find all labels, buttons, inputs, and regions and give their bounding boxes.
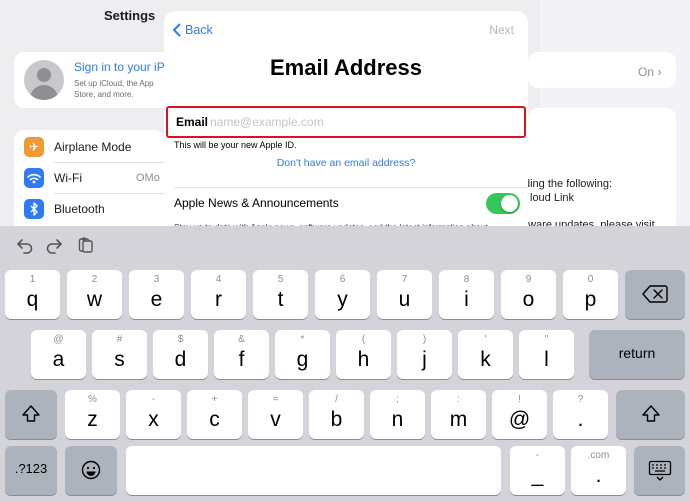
shift-icon (5, 404, 57, 429)
sidebar-item-wifi[interactable]: Wi-Fi OMo (14, 163, 164, 193)
sidebar-item-airplane-mode[interactable]: ✈ Airplane Mode (14, 132, 164, 162)
detail-text-card (528, 108, 676, 232)
airplane-icon: ✈ (24, 137, 44, 157)
news-toggle-label: Apple News & Announcements (174, 196, 339, 210)
key-d[interactable]: $ d (153, 330, 208, 379)
key-t[interactable]: 5t (253, 270, 308, 319)
sidebar-item-label: Airplane Mode (54, 140, 132, 154)
no-email-link[interactable]: Don't have an email address? (164, 157, 528, 169)
undo-icon[interactable] (16, 236, 34, 254)
key-p[interactable]: 0p (563, 270, 618, 319)
avatar (24, 60, 64, 100)
news-toggle[interactable] (486, 193, 520, 214)
key-period[interactable]: ?. (553, 390, 608, 439)
key-w[interactable]: 2w (67, 270, 122, 319)
signin-subtitle: Set up iCloud, the App Store, and more. (74, 79, 154, 99)
detail-text: ding the following: (524, 178, 613, 190)
divider (174, 187, 528, 188)
key-dot-com[interactable]: .com. (571, 446, 626, 495)
key-h[interactable]: (h (336, 330, 391, 379)
shift-key-right[interactable] (616, 390, 685, 439)
settings-title: Settings (104, 8, 156, 23)
redo-icon[interactable] (45, 236, 63, 254)
key-x[interactable]: -x (126, 390, 181, 439)
chevron-left-icon (173, 23, 181, 37)
key-at[interactable]: ! @ (492, 390, 547, 439)
key-underscore[interactable]: - _ (510, 446, 565, 495)
email-input[interactable] (210, 113, 510, 131)
key-v[interactable]: = v (248, 390, 303, 439)
key-z[interactable]: % z (65, 390, 120, 439)
toggle-knob (501, 195, 518, 212)
key-s[interactable]: # s (92, 330, 147, 379)
key-c[interactable]: + c (187, 390, 242, 439)
back-label: Back (185, 23, 213, 37)
key-n[interactable]: ; n (370, 390, 425, 439)
key-r[interactable]: 4r (191, 270, 246, 319)
key-u[interactable]: 7u (377, 270, 432, 319)
key-k[interactable]: ' k (458, 330, 513, 379)
hide-keyboard-key[interactable] (634, 446, 685, 495)
detail-text: loud Link (530, 192, 575, 204)
keyboard: 1q 2w 3e 4r 5t 6y 7u 8i 9o 0p @ a # s $ d &… (0, 226, 690, 502)
key-i[interactable]: 8i (439, 270, 494, 319)
sidebar-item-label: Bluetooth (54, 202, 105, 216)
delete-icon (625, 284, 685, 309)
return-key[interactable]: return (589, 330, 685, 379)
key-j[interactable]: ) j (397, 330, 452, 379)
email-field[interactable]: Email (166, 106, 526, 138)
sidebar-item-bluetooth[interactable]: Bluetooth (14, 194, 164, 224)
space-bar[interactable] (126, 446, 501, 495)
settings-list: ✈ Airplane Mode Wi-Fi OMo Bluetooth (14, 130, 164, 232)
key-a[interactable]: @ a (31, 330, 86, 379)
key-e[interactable]: 3e (129, 270, 184, 319)
key-b[interactable]: / b (309, 390, 364, 439)
next-button[interactable]: Next (489, 23, 514, 37)
signin-title: Sign in to your iPa (74, 60, 172, 74)
key-o[interactable]: 9o (501, 270, 556, 319)
page-title: Email Address (269, 55, 423, 80)
sidebar-item-label: Wi-Fi (54, 171, 82, 185)
emoji-icon (65, 460, 117, 485)
signin-card[interactable]: Sign in to your iPa Set up iCloud, the A… (14, 52, 174, 108)
email-label: Email (176, 115, 209, 129)
key-m[interactable]: :m (431, 390, 486, 439)
detail-card: On › (528, 52, 676, 88)
back-button[interactable]: Back (172, 21, 213, 39)
key-l[interactable]: " l (519, 330, 574, 379)
key-q[interactable]: 1q (5, 270, 60, 319)
email-helper-text: This will be your new Apple ID. (174, 140, 297, 150)
keyboard-hide-icon (634, 460, 685, 487)
shift-icon (616, 404, 685, 429)
bluetooth-icon (24, 199, 44, 219)
key-y[interactable]: 6y (315, 270, 370, 319)
emoji-key[interactable] (65, 446, 117, 495)
detail-value: On › (638, 64, 662, 79)
wifi-network-value: OMo (136, 172, 160, 184)
numbers-key[interactable]: .?123 (5, 446, 57, 495)
delete-key[interactable] (625, 270, 685, 319)
paste-icon[interactable] (76, 236, 94, 254)
key-f[interactable]: & f (214, 330, 269, 379)
email-address-sheet: Back Next Email Address Email This will … (164, 11, 528, 232)
shift-key-left[interactable] (5, 390, 57, 439)
key-g[interactable]: * g (275, 330, 330, 379)
wifi-icon (24, 168, 44, 188)
